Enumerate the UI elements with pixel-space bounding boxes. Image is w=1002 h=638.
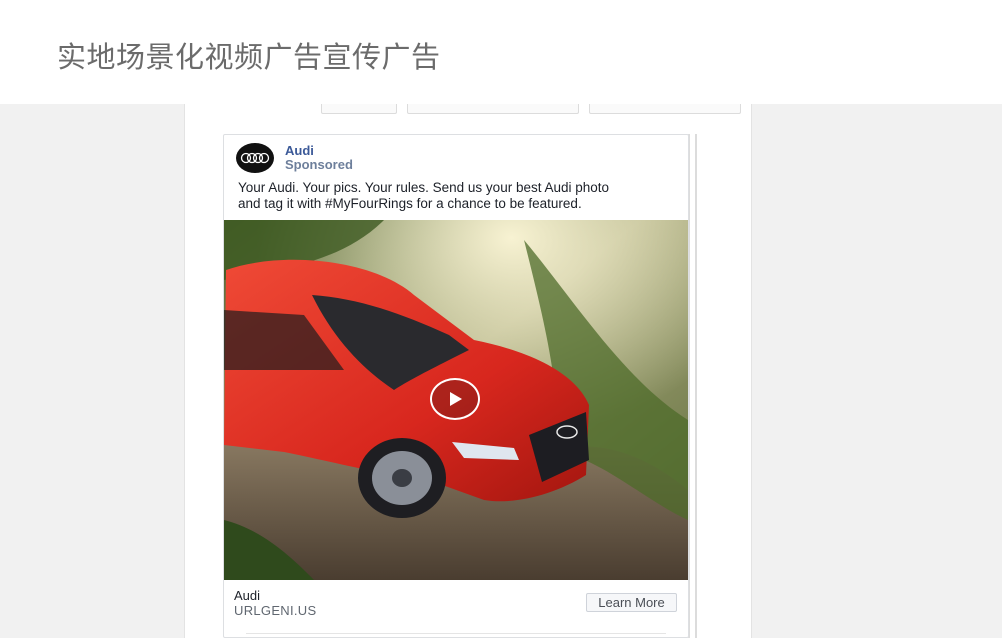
sponsored-label[interactable]: Sponsored bbox=[285, 157, 353, 172]
link-attachment[interactable]: Audi URLGENI.US Learn More bbox=[224, 581, 688, 633]
divider bbox=[246, 633, 666, 634]
play-icon bbox=[450, 392, 462, 406]
preview-tab[interactable] bbox=[321, 104, 397, 114]
sponsored-post: Audi Sponsored Your Audi. Your pics. You… bbox=[223, 134, 689, 638]
scroll-rail bbox=[695, 134, 697, 638]
post-message: Your Audi. Your pics. Your rules. Send u… bbox=[238, 180, 678, 212]
link-title[interactable]: Audi bbox=[234, 588, 260, 603]
video-media[interactable] bbox=[224, 220, 688, 580]
play-button[interactable] bbox=[430, 378, 480, 420]
link-domain[interactable]: URLGENI.US bbox=[234, 603, 316, 618]
page-title: 实地场景化视频广告宣传广告 bbox=[57, 40, 441, 74]
audi-logo-avatar[interactable] bbox=[236, 143, 274, 173]
preview-tab[interactable] bbox=[589, 104, 741, 114]
learn-more-button[interactable]: Learn More bbox=[586, 593, 677, 612]
ad-preview-panel: Audi Sponsored Your Audi. Your pics. You… bbox=[184, 104, 752, 638]
preview-tab[interactable] bbox=[407, 104, 579, 114]
preview-stage: Audi Sponsored Your Audi. Your pics. You… bbox=[0, 104, 1002, 638]
audi-rings-icon bbox=[240, 152, 270, 164]
post-message-line: and tag it with #MyFourRings for a chanc… bbox=[238, 196, 582, 211]
post-message-line: Your Audi. Your pics. Your rules. Send u… bbox=[238, 180, 610, 195]
post-header: Audi Sponsored bbox=[224, 135, 688, 183]
page-name-link[interactable]: Audi bbox=[285, 143, 314, 158]
page-header: 实地场景化视频广告宣传广告 bbox=[0, 0, 1002, 104]
